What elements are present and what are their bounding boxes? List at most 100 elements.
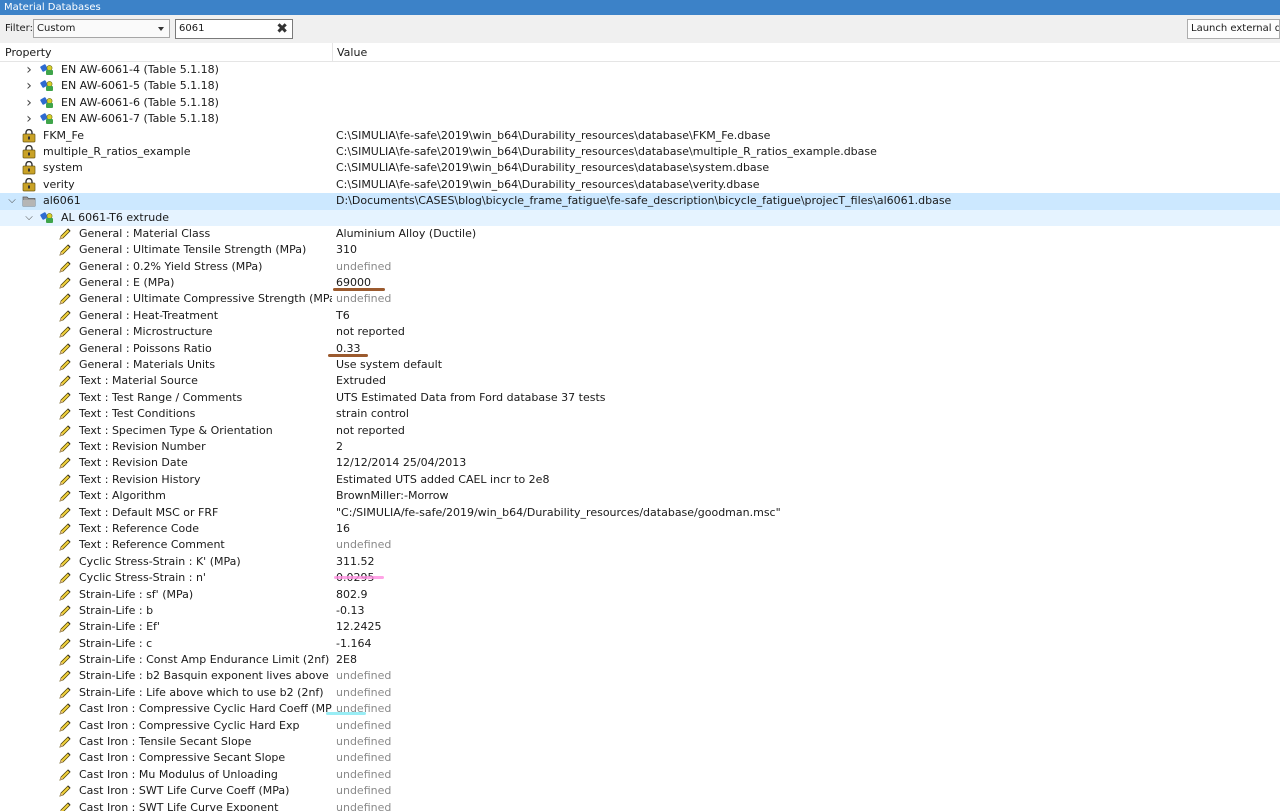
value-cell[interactable] [332, 62, 1280, 78]
value-cell[interactable]: undefined [332, 701, 1280, 717]
tree-row[interactable]: FKM_Fe C:\SIMULIA\fe-safe\2019\win_b64\Du… [0, 128, 1280, 144]
value-cell[interactable]: 802.9 [332, 587, 1280, 603]
tree-row[interactable]: General : Ultimate Compressive Strength … [0, 291, 1280, 307]
value-cell[interactable]: undefined [332, 668, 1280, 684]
property-cell[interactable]: General : Poissons Ratio [0, 341, 332, 357]
tree-row[interactable]: Cast Iron : SWT Life Curve Exponent undef… [0, 800, 1280, 811]
value-cell[interactable]: strain control [332, 406, 1280, 422]
value-cell[interactable]: not reported [332, 324, 1280, 340]
tree-row[interactable]: multiple_R_ratios_example C:\SIMULIA\fe-s… [0, 144, 1280, 160]
chevron-right-icon[interactable]: › [24, 111, 34, 127]
tree-row[interactable]: Cast Iron : Mu Modulus of Unloading undef… [0, 767, 1280, 783]
property-cell[interactable]: Strain-Life : c [0, 636, 332, 652]
property-cell[interactable]: General : Ultimate Compressive Strength … [0, 291, 332, 307]
tree-row[interactable]: Cast Iron : SWT Life Curve Coeff (MPa) un… [0, 783, 1280, 799]
value-cell[interactable]: undefined [332, 259, 1280, 275]
tree-row[interactable]: General : Heat-Treatment T6 [0, 308, 1280, 324]
tree-row[interactable]: ⌵ AL 6061-T6 extrude [0, 209, 1280, 226]
tree-row[interactable]: Cast Iron : Compressive Secant Slope unde… [0, 750, 1280, 766]
tree-row[interactable]: Text : Reference Code 16 [0, 521, 1280, 537]
clear-search-icon[interactable]: ✖ [276, 21, 288, 37]
value-cell[interactable]: C:\SIMULIA\fe-safe\2019\win_b64\Durabili… [332, 160, 1280, 176]
tree-row[interactable]: Cyclic Stress-Strain : K' (MPa) 311.52 [0, 554, 1280, 570]
tree-row[interactable]: › EN AW-6061-5 (Table 5.1.18) [0, 78, 1280, 94]
tree-row[interactable]: Text : Revision Date 12/12/2014 25/04/201… [0, 455, 1280, 471]
value-cell[interactable]: 0.33 [332, 341, 1280, 357]
tree-row[interactable]: Cast Iron : Compressive Cyclic Hard Exp u… [0, 718, 1280, 734]
property-cell[interactable]: Text : Default MSC or FRF [0, 505, 332, 521]
property-cell[interactable]: Cast Iron : SWT Life Curve Coeff (MPa) [0, 783, 332, 799]
property-cell[interactable]: Cast Iron : Compressive Cyclic Hard Exp [0, 718, 332, 734]
value-cell[interactable] [332, 95, 1280, 111]
tree-row[interactable]: Strain-Life : sf' (MPa) 802.9 [0, 587, 1280, 603]
chevron-down-icon[interactable]: ⌵ [24, 210, 34, 226]
property-cell[interactable]: General : 0.2% Yield Stress (MPa) [0, 259, 332, 275]
value-cell[interactable]: undefined [332, 783, 1280, 799]
value-cell[interactable]: undefined [332, 734, 1280, 750]
property-cell[interactable]: Text : Reference Code [0, 521, 332, 537]
launch-external-button[interactable]: Launch external data [1187, 19, 1280, 39]
property-cell[interactable]: General : Materials Units [0, 357, 332, 373]
value-cell[interactable]: 16 [332, 521, 1280, 537]
tree-row[interactable]: Strain-Life : b2 Basquin exponent lives … [0, 668, 1280, 684]
tree-row[interactable]: Text : Reference Comment undefined [0, 537, 1280, 553]
tree-row[interactable]: General : E (MPa) 69000 [0, 275, 1280, 291]
value-cell[interactable]: 12.2425 [332, 619, 1280, 635]
property-cell[interactable]: Cast Iron : Compressive Secant Slope [0, 750, 332, 766]
column-divider[interactable] [332, 43, 333, 61]
value-cell[interactable]: 0.0295 [332, 570, 1280, 586]
property-cell[interactable]: Cast Iron : SWT Life Curve Exponent [0, 800, 332, 811]
value-cell[interactable]: 12/12/2014 25/04/2013 [332, 455, 1280, 471]
property-cell[interactable]: General : Heat-Treatment [0, 308, 332, 324]
value-cell[interactable]: Estimated UTS added CAEL incr to 2e8 [332, 472, 1280, 488]
property-cell[interactable]: › EN AW-6061-5 (Table 5.1.18) [0, 78, 332, 94]
tree-row[interactable]: › EN AW-6061-7 (Table 5.1.18) [0, 111, 1280, 127]
tree-row[interactable]: Text : Algorithm BrownMiller:-Morrow [0, 488, 1280, 504]
property-cell[interactable]: Text : Revision Date [0, 455, 332, 471]
value-cell[interactable]: Use system default [332, 357, 1280, 373]
tree-row[interactable]: Text : Revision Number 2 [0, 439, 1280, 455]
tree-row[interactable]: ⌵ al6061 D:\Documents\CASES\blog\bicycle_f… [0, 193, 1280, 210]
property-cell[interactable]: Strain-Life : Const Amp Endurance Limit … [0, 652, 332, 668]
value-cell[interactable]: C:\SIMULIA\fe-safe\2019\win_b64\Durabili… [332, 144, 1280, 160]
value-cell[interactable]: 2 [332, 439, 1280, 455]
tree-row[interactable]: Strain-Life : c -1.164 [0, 636, 1280, 652]
property-cell[interactable]: ⌵ AL 6061-T6 extrude [0, 210, 332, 226]
value-cell[interactable]: -0.13 [332, 603, 1280, 619]
tree-row[interactable]: Strain-Life : b -0.13 [0, 603, 1280, 619]
value-cell[interactable]: "C:/SIMULIA/fe-safe/2019/win_b64/Durabil… [332, 505, 1280, 521]
value-cell[interactable]: 310 [332, 242, 1280, 258]
property-column-header[interactable]: Property [5, 46, 52, 59]
value-cell[interactable]: undefined [332, 750, 1280, 766]
tree-row[interactable]: Text : Default MSC or FRF "C:/SIMULIA/fe-… [0, 505, 1280, 521]
value-cell[interactable] [332, 78, 1280, 94]
property-cell[interactable]: › EN AW-6061-4 (Table 5.1.18) [0, 62, 332, 78]
tree-row[interactable]: › EN AW-6061-4 (Table 5.1.18) [0, 62, 1280, 78]
tree-row[interactable]: General : Material Class Aluminium Alloy … [0, 226, 1280, 242]
value-cell[interactable]: T6 [332, 308, 1280, 324]
property-cell[interactable]: › EN AW-6061-6 (Table 5.1.18) [0, 95, 332, 111]
tree-row[interactable]: Strain-Life : Const Amp Endurance Limit … [0, 652, 1280, 668]
filter-dropdown[interactable]: Custom [33, 19, 170, 38]
tree-row[interactable]: General : Microstructure not reported [0, 324, 1280, 340]
property-cell[interactable]: Cast Iron : Tensile Secant Slope [0, 734, 332, 750]
property-cell[interactable]: Strain-Life : Life above which to use b2… [0, 685, 332, 701]
chevron-down-icon[interactable]: ⌵ [7, 193, 17, 209]
value-cell[interactable]: undefined [332, 537, 1280, 553]
value-cell[interactable]: C:\SIMULIA\fe-safe\2019\win_b64\Durabili… [332, 128, 1280, 144]
property-cell[interactable]: system [0, 160, 332, 176]
value-cell[interactable]: undefined [332, 718, 1280, 734]
property-cell[interactable]: Text : Test Range / Comments [0, 390, 332, 406]
tree-row[interactable]: Text : Test Range / Comments UTS Estimate… [0, 390, 1280, 406]
property-cell[interactable]: Text : Revision Number [0, 439, 332, 455]
tree-row[interactable]: Cast Iron : Compressive Cyclic Hard Coef… [0, 701, 1280, 717]
tree-row[interactable]: Text : Material Source Extruded [0, 373, 1280, 389]
property-cell[interactable]: General : Material Class [0, 226, 332, 242]
search-input[interactable]: 6061 ✖ [175, 19, 293, 39]
value-cell[interactable]: D:\Documents\CASES\blog\bicycle_frame_fa… [332, 193, 1280, 210]
property-cell[interactable]: Text : Algorithm [0, 488, 332, 504]
property-cell[interactable]: Text : Test Conditions [0, 406, 332, 422]
value-cell[interactable]: -1.164 [332, 636, 1280, 652]
property-cell[interactable]: Cyclic Stress-Strain : K' (MPa) [0, 554, 332, 570]
tree-row[interactable]: Text : Specimen Type & Orientation not re… [0, 423, 1280, 439]
